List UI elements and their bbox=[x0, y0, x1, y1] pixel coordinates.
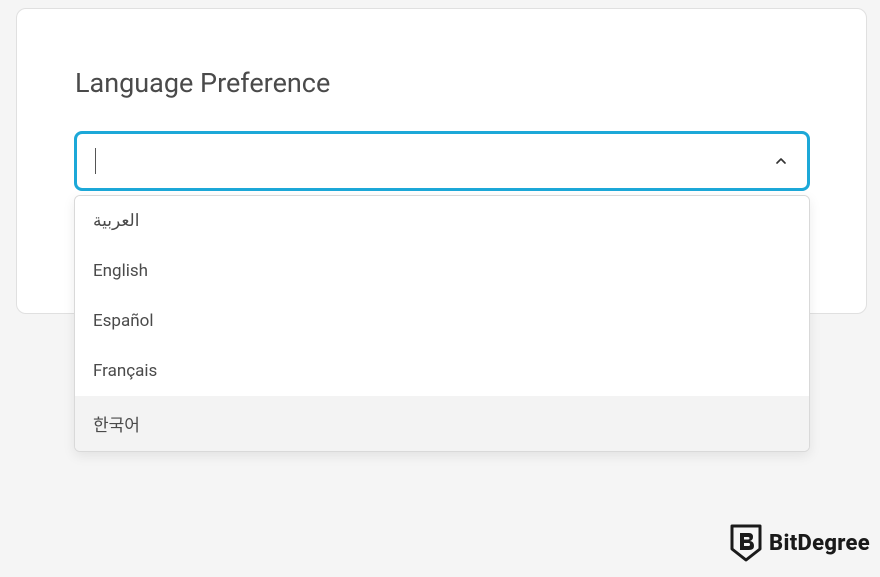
language-option-english[interactable]: English bbox=[75, 246, 809, 296]
language-search-input[interactable] bbox=[96, 150, 773, 173]
bitdegree-shield-icon bbox=[729, 523, 763, 563]
brand-name: BitDegree bbox=[769, 531, 870, 556]
language-option-french[interactable]: Français bbox=[75, 346, 809, 396]
language-select[interactable] bbox=[74, 131, 810, 191]
brand-watermark: BitDegree bbox=[729, 523, 870, 563]
language-option-arabic[interactable]: العربية bbox=[75, 196, 809, 246]
language-option-spanish[interactable]: Español bbox=[75, 296, 809, 346]
chevron-up-icon[interactable] bbox=[773, 153, 789, 169]
language-option-korean[interactable]: 한국어 bbox=[75, 396, 809, 451]
language-dropdown: العربية English Español Français 한국어 bbox=[74, 195, 810, 452]
section-title: Language Preference bbox=[75, 67, 808, 99]
